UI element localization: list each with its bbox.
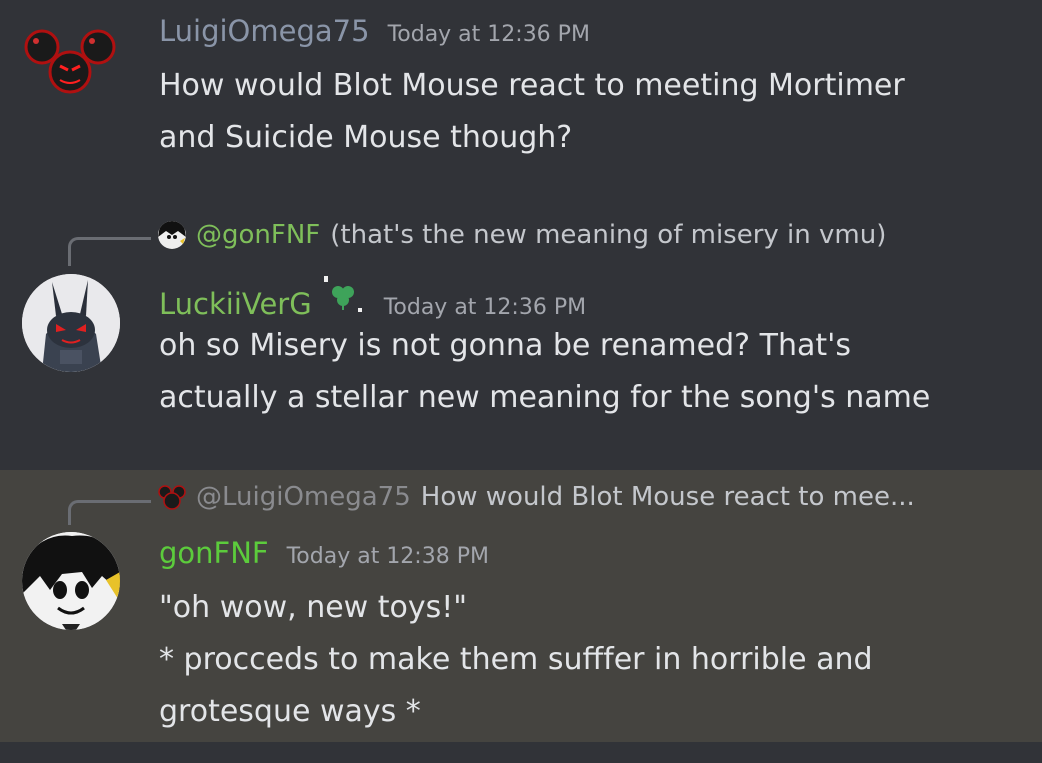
author-name[interactable]: LuckiiVerG (159, 287, 312, 321)
message-content: oh so Misery is not gonna be renamed? Th… (159, 320, 930, 424)
author-name[interactable]: LuigiOmega75 (159, 14, 370, 48)
mickey-ears-avatar-icon (24, 29, 116, 94)
message-line: actually a stellar new meaning for the s… (159, 380, 931, 415)
avatar-luigiomega75[interactable] (22, 26, 118, 96)
reply-preview[interactable]: @LuigiOmega75 How would Blot Mouse react… (158, 482, 915, 512)
reply-preview[interactable]: @gonFNF (that's the new meaning of miser… (158, 220, 886, 250)
message-content: "oh wow, new toys!" * procceds to make t… (159, 582, 873, 738)
chat-bottom-strip (0, 742, 1042, 763)
reply-connector (68, 500, 151, 525)
message-header: LuckiiVerG Today at 12:36 PM (159, 274, 586, 321)
message-gonfnf: @LuigiOmega75 How would Blot Mouse react… (0, 470, 1042, 742)
message-line: oh so Misery is not gonna be renamed? Th… (159, 328, 851, 363)
avatar-gonfnf[interactable] (22, 532, 120, 630)
reply-mention[interactable]: @LuigiOmega75 (196, 482, 411, 512)
message-line: and Suicide Mouse though? (159, 120, 573, 155)
avatar-gonfnf-mini (158, 221, 186, 249)
message-header: LuigiOmega75 Today at 12:36 PM (159, 14, 590, 48)
message-line: grotesque ways * (159, 694, 421, 729)
message-line: How would Blot Mouse react to meeting Mo… (159, 68, 905, 103)
message-line: * procceds to make them sufffer in horri… (159, 642, 873, 677)
reply-connector (68, 237, 151, 266)
clover-badge-icon (320, 274, 366, 318)
message-content: How would Blot Mouse react to meeting Mo… (159, 60, 905, 164)
message-luckiiverg: @gonFNF (that's the new meaning of miser… (0, 190, 1042, 470)
timestamp: Today at 12:38 PM (286, 544, 489, 569)
timestamp: Today at 12:36 PM (383, 295, 587, 320)
message-line: "oh wow, new toys!" (159, 590, 468, 625)
reply-mention[interactable]: @gonFNF (196, 220, 320, 250)
message-header: gonFNF Today at 12:38 PM (159, 536, 489, 570)
timestamp: Today at 12:36 PM (387, 22, 590, 47)
author-name[interactable]: gonFNF (159, 536, 269, 570)
reply-text: How would Blot Mouse react to mee... (420, 482, 915, 512)
reply-text: (that's the new meaning of misery in vmu… (330, 220, 887, 250)
message-luigiomega75: LuigiOmega75 Today at 12:36 PM How would… (0, 0, 1042, 190)
avatar-luigiomega75-mini (158, 483, 186, 511)
avatar-luckiiverg[interactable] (22, 274, 120, 372)
